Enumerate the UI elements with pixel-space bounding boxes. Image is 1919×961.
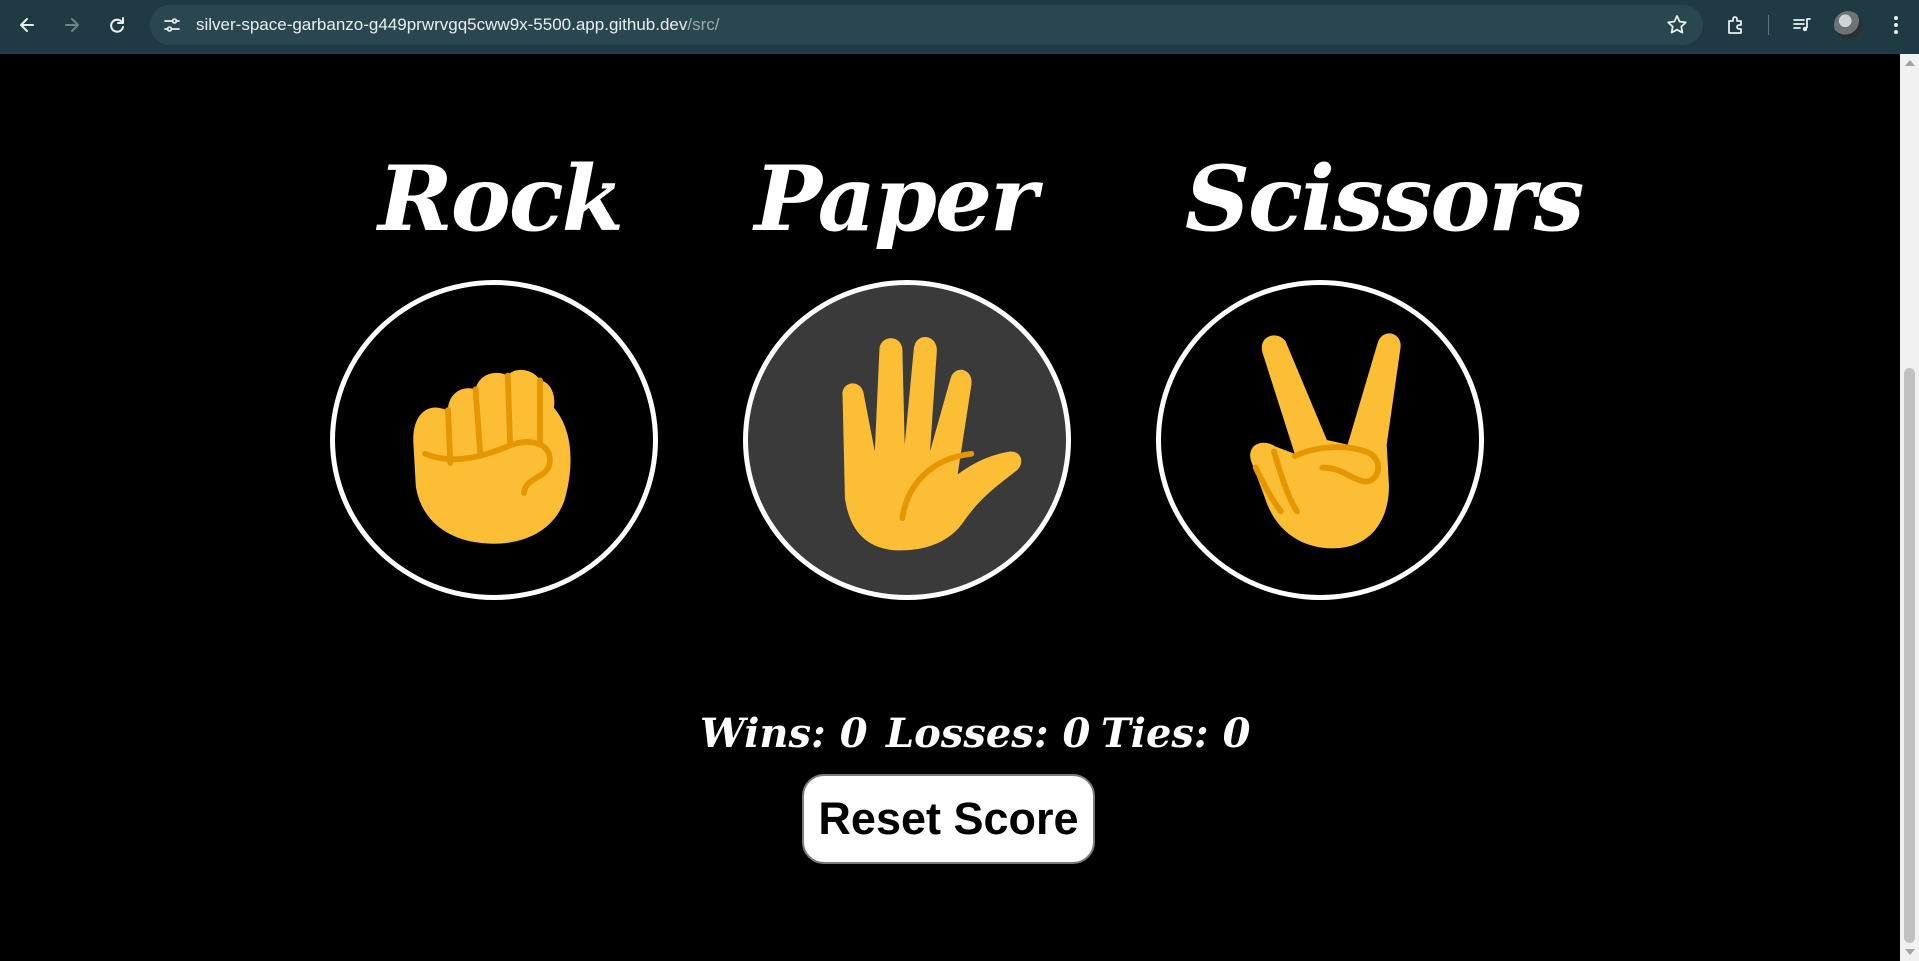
paper-button[interactable] xyxy=(743,280,1071,600)
extensions-button[interactable] xyxy=(1723,12,1749,38)
puzzle-icon xyxy=(1728,16,1742,34)
reload-icon xyxy=(110,17,124,33)
url-path: /src/ xyxy=(687,15,720,34)
url-text[interactable]: silver-space-garbanzo-g449prwrvgq5cww9x-… xyxy=(196,5,720,45)
raised-hand-icon xyxy=(842,337,1022,551)
browser-toolbar: silver-space-garbanzo-g449prwrvgq5cww9x-… xyxy=(0,0,1919,54)
ties-label: Ties: xyxy=(1101,710,1209,757)
victory-hand-icon xyxy=(1250,333,1401,549)
wins-label: Wins: xyxy=(700,710,826,757)
address-bar[interactable]: silver-space-garbanzo-g449prwrvgq5cww9x-… xyxy=(150,5,1703,45)
ties-score: Ties: 0 xyxy=(1101,704,1250,764)
toolbar-divider xyxy=(1768,15,1769,35)
ties-value: 0 xyxy=(1222,710,1251,757)
media-controls-button[interactable] xyxy=(1789,12,1815,38)
losses-label: Losses: xyxy=(886,710,1049,757)
rock-button[interactable] xyxy=(330,280,658,600)
rock-title: Rock xyxy=(378,146,624,252)
bookmark-star-icon[interactable] xyxy=(1665,13,1689,37)
site-info-button[interactable] xyxy=(158,11,186,39)
more-vert-icon xyxy=(1894,16,1898,34)
scissors-title: Scissors xyxy=(1185,146,1584,252)
scrollbar-thumb[interactable] xyxy=(1904,368,1915,943)
game-page: Rock Paper Scissors Wins: 0 Losses: 0 Ti… xyxy=(0,54,1900,961)
raised-fist-icon xyxy=(413,369,571,544)
page-scrollbar[interactable] xyxy=(1900,54,1919,961)
paper-title: Paper xyxy=(754,146,1037,252)
queue-music-icon xyxy=(1793,18,1811,32)
back-button[interactable] xyxy=(11,9,43,41)
wins-score: Wins: 0 xyxy=(700,704,868,764)
tune-icon xyxy=(164,18,180,32)
scroll-up-arrow-icon[interactable] xyxy=(1905,60,1915,66)
profile-avatar[interactable] xyxy=(1834,11,1862,39)
losses-value: 0 xyxy=(1062,710,1091,757)
url-host: silver-space-garbanzo-g449prwrvgq5cww9x-… xyxy=(196,15,688,34)
reset-score-button[interactable]: Reset Score xyxy=(802,774,1095,864)
forward-button[interactable] xyxy=(56,9,88,41)
losses-score: Losses: 0 xyxy=(886,704,1090,764)
wins-value: 0 xyxy=(839,710,868,757)
reload-button[interactable] xyxy=(101,9,133,41)
arrow-left-icon xyxy=(20,18,34,32)
arrow-right-icon xyxy=(65,18,79,32)
scroll-down-arrow-icon[interactable] xyxy=(1905,949,1915,955)
scissors-button[interactable] xyxy=(1156,280,1484,600)
browser-menu-button[interactable] xyxy=(1883,12,1909,38)
